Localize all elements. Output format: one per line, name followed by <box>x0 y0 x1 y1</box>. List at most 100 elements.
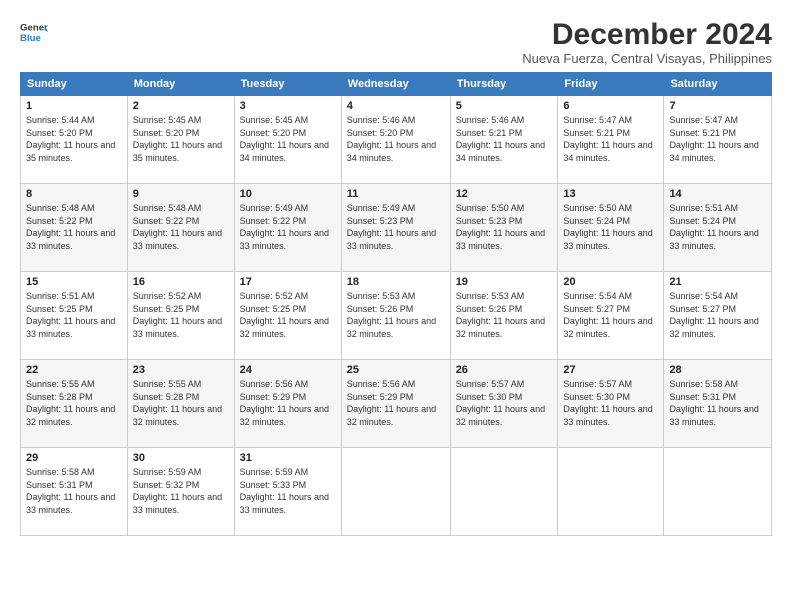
day-number: 5 <box>456 100 553 112</box>
calendar-week-2: 8Sunrise: 5:48 AMSunset: 5:22 PMDaylight… <box>21 184 772 272</box>
day-cell-30: 30Sunrise: 5:59 AMSunset: 5:32 PMDayligh… <box>127 448 234 536</box>
header-wednesday: Wednesday <box>341 73 450 96</box>
day-number: 10 <box>240 188 336 200</box>
day-cell-18: 18Sunrise: 5:53 AMSunset: 5:26 PMDayligh… <box>341 272 450 360</box>
calendar-week-5: 29 Sunrise: 5:58 AMSunset: 5:31 PMDayligh… <box>21 448 772 536</box>
calendar-table: SundayMondayTuesdayWednesdayThursdayFrid… <box>20 72 772 536</box>
day-number: 19 <box>456 276 553 288</box>
empty-cell <box>450 448 558 536</box>
empty-cell <box>558 448 664 536</box>
day-info: Sunrise: 5:55 AMSunset: 5:28 PMDaylight:… <box>133 379 222 427</box>
empty-cell <box>664 448 772 536</box>
day-info: Sunrise: 5:58 AMSunset: 5:31 PMDaylight:… <box>669 379 758 427</box>
day-cell-2: 2 Sunrise: 5:45 AMSunset: 5:20 PMDaylight… <box>127 96 234 184</box>
month-title: December 2024 <box>522 18 772 51</box>
day-info: Sunrise: 5:49 AMSunset: 5:23 PMDaylight:… <box>347 203 436 251</box>
day-number: 20 <box>563 276 658 288</box>
day-info: Sunrise: 5:51 AMSunset: 5:24 PMDaylight:… <box>669 203 758 251</box>
day-number: 1 <box>26 100 122 112</box>
day-cell-25: 25Sunrise: 5:56 AMSunset: 5:29 PMDayligh… <box>341 360 450 448</box>
day-info: Sunrise: 5:46 AMSunset: 5:21 PMDaylight:… <box>456 115 545 163</box>
day-number: 3 <box>240 100 336 112</box>
calendar-week-4: 22 Sunrise: 5:55 AMSunset: 5:28 PMDayligh… <box>21 360 772 448</box>
day-info: Sunrise: 5:49 AMSunset: 5:22 PMDaylight:… <box>240 203 329 251</box>
day-number: 13 <box>563 188 658 200</box>
day-info: Sunrise: 5:58 AMSunset: 5:31 PMDaylight:… <box>26 467 115 515</box>
day-cell-3: 3 Sunrise: 5:45 AMSunset: 5:20 PMDaylight… <box>234 96 341 184</box>
header-friday: Friday <box>558 73 664 96</box>
day-number: 30 <box>133 452 229 464</box>
day-number: 14 <box>669 188 766 200</box>
day-cell-16: 16 Sunrise: 5:52 AMSunset: 5:25 PMDayligh… <box>127 272 234 360</box>
day-info: Sunrise: 5:50 AMSunset: 5:24 PMDaylight:… <box>563 203 652 251</box>
day-cell-24: 24 Sunrise: 5:56 AMSunset: 5:29 PMDayligh… <box>234 360 341 448</box>
day-cell-21: 21Sunrise: 5:54 AMSunset: 5:27 PMDayligh… <box>664 272 772 360</box>
day-cell-23: 23 Sunrise: 5:55 AMSunset: 5:28 PMDayligh… <box>127 360 234 448</box>
day-cell-17: 17Sunrise: 5:52 AMSunset: 5:25 PMDayligh… <box>234 272 341 360</box>
day-cell-22: 22Sunrise: 5:55 AMSunset: 5:28 PMDayligh… <box>21 360 128 448</box>
day-cell-14: 14 Sunrise: 5:51 AMSunset: 5:24 PMDayligh… <box>664 184 772 272</box>
day-cell-29: 29 Sunrise: 5:58 AMSunset: 5:31 PMDayligh… <box>21 448 128 536</box>
day-info: Sunrise: 5:48 AMSunset: 5:22 PMDaylight:… <box>133 203 222 251</box>
day-number: 31 <box>240 452 336 464</box>
day-info: Sunrise: 5:50 AMSunset: 5:23 PMDaylight:… <box>456 203 545 251</box>
day-info: Sunrise: 5:48 AMSunset: 5:22 PMDaylight:… <box>26 203 115 251</box>
day-cell-6: 6 Sunrise: 5:47 AMSunset: 5:21 PMDaylight… <box>558 96 664 184</box>
logo: General Blue <box>20 18 48 46</box>
day-cell-4: 4Sunrise: 5:46 AMSunset: 5:20 PMDaylight… <box>341 96 450 184</box>
day-info: Sunrise: 5:52 AMSunset: 5:25 PMDaylight:… <box>133 291 222 339</box>
day-cell-20: 20 Sunrise: 5:54 AMSunset: 5:27 PMDayligh… <box>558 272 664 360</box>
day-info: Sunrise: 5:45 AMSunset: 5:20 PMDaylight:… <box>133 115 222 163</box>
page: General Blue December 2024 Nueva Fuerza,… <box>0 0 792 612</box>
day-number: 17 <box>240 276 336 288</box>
day-number: 27 <box>563 364 658 376</box>
day-number: 23 <box>133 364 229 376</box>
day-number: 22 <box>26 364 122 376</box>
day-number: 15 <box>26 276 122 288</box>
day-cell-26: 26 Sunrise: 5:57 AMSunset: 5:30 PMDayligh… <box>450 360 558 448</box>
svg-text:General: General <box>20 22 48 33</box>
header-monday: Monday <box>127 73 234 96</box>
day-info: Sunrise: 5:54 AMSunset: 5:27 PMDaylight:… <box>563 291 652 339</box>
header: General Blue December 2024 Nueva Fuerza,… <box>20 18 772 66</box>
day-cell-5: 5 Sunrise: 5:46 AMSunset: 5:21 PMDaylight… <box>450 96 558 184</box>
day-cell-10: 10 Sunrise: 5:49 AMSunset: 5:22 PMDayligh… <box>234 184 341 272</box>
day-cell-1: 1 Sunrise: 5:44 AMSunset: 5:20 PMDaylight… <box>21 96 128 184</box>
day-number: 29 <box>26 452 122 464</box>
day-info: Sunrise: 5:56 AMSunset: 5:29 PMDaylight:… <box>347 379 436 427</box>
day-cell-19: 19 Sunrise: 5:53 AMSunset: 5:26 PMDayligh… <box>450 272 558 360</box>
empty-cell <box>341 448 450 536</box>
day-cell-13: 13 Sunrise: 5:50 AMSunset: 5:24 PMDayligh… <box>558 184 664 272</box>
day-info: Sunrise: 5:47 AMSunset: 5:21 PMDaylight:… <box>563 115 652 163</box>
day-cell-9: 9 Sunrise: 5:48 AMSunset: 5:22 PMDaylight… <box>127 184 234 272</box>
day-info: Sunrise: 5:56 AMSunset: 5:29 PMDaylight:… <box>240 379 329 427</box>
day-number: 24 <box>240 364 336 376</box>
title-section: December 2024 Nueva Fuerza, Central Visa… <box>522 18 772 66</box>
day-cell-11: 11 Sunrise: 5:49 AMSunset: 5:23 PMDayligh… <box>341 184 450 272</box>
day-cell-7: 7 Sunrise: 5:47 AMSunset: 5:21 PMDaylight… <box>664 96 772 184</box>
day-info: Sunrise: 5:47 AMSunset: 5:21 PMDaylight:… <box>669 115 758 163</box>
day-info: Sunrise: 5:53 AMSunset: 5:26 PMDaylight:… <box>347 291 436 339</box>
day-cell-8: 8Sunrise: 5:48 AMSunset: 5:22 PMDaylight… <box>21 184 128 272</box>
day-info: Sunrise: 5:59 AMSunset: 5:33 PMDaylight:… <box>240 467 329 515</box>
day-number: 28 <box>669 364 766 376</box>
day-info: Sunrise: 5:45 AMSunset: 5:20 PMDaylight:… <box>240 115 329 163</box>
day-info: Sunrise: 5:53 AMSunset: 5:26 PMDaylight:… <box>456 291 545 339</box>
day-number: 11 <box>347 188 445 200</box>
day-cell-28: 28 Sunrise: 5:58 AMSunset: 5:31 PMDayligh… <box>664 360 772 448</box>
day-number: 26 <box>456 364 553 376</box>
day-cell-15: 15Sunrise: 5:51 AMSunset: 5:25 PMDayligh… <box>21 272 128 360</box>
day-number: 12 <box>456 188 553 200</box>
day-number: 16 <box>133 276 229 288</box>
day-info: Sunrise: 5:54 AMSunset: 5:27 PMDaylight:… <box>669 291 758 339</box>
day-info: Sunrise: 5:57 AMSunset: 5:30 PMDaylight:… <box>456 379 545 427</box>
day-number: 7 <box>669 100 766 112</box>
day-number: 6 <box>563 100 658 112</box>
day-number: 9 <box>133 188 229 200</box>
day-number: 2 <box>133 100 229 112</box>
day-info: Sunrise: 5:44 AMSunset: 5:20 PMDaylight:… <box>26 115 115 163</box>
header-thursday: Thursday <box>450 73 558 96</box>
calendar-week-3: 15Sunrise: 5:51 AMSunset: 5:25 PMDayligh… <box>21 272 772 360</box>
header-saturday: Saturday <box>664 73 772 96</box>
svg-text:Blue: Blue <box>20 33 41 44</box>
